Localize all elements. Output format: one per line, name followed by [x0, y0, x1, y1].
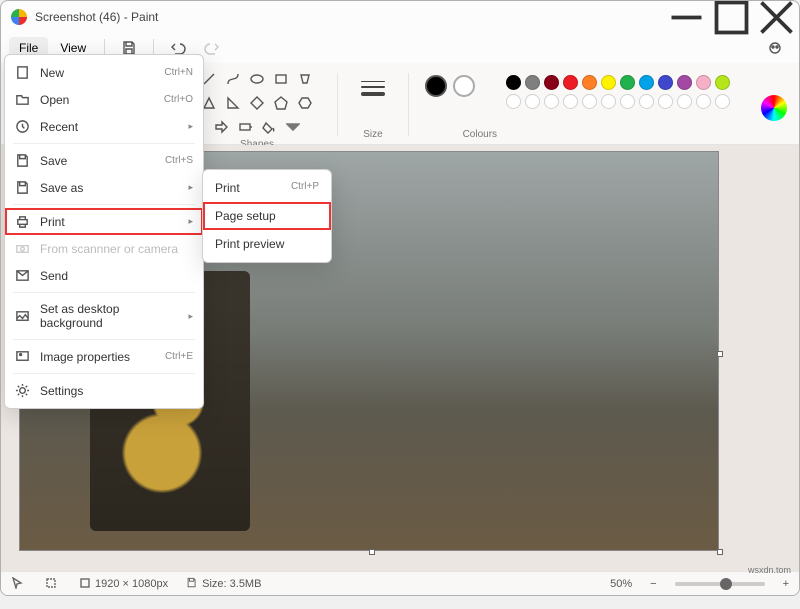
colour-swatch[interactable] [582, 75, 597, 90]
colour2-swatch[interactable] [453, 75, 475, 97]
app-icon [11, 9, 27, 25]
zoom-level: 50% [610, 578, 632, 590]
colour-swatch[interactable] [677, 75, 692, 90]
shape-rtri-icon[interactable] [223, 93, 243, 113]
image-dims: 1920 × 1080px [79, 577, 168, 590]
maximize-button[interactable] [709, 1, 754, 33]
submenu-page-setup[interactable]: Page setup [203, 202, 331, 230]
colour-swatch[interactable] [544, 75, 559, 90]
cursor-pos-icon [11, 577, 27, 590]
shape-arrow-icon[interactable] [211, 117, 231, 137]
resize-handle-e[interactable] [717, 351, 723, 357]
size-button[interactable] [354, 69, 392, 107]
ribbon-colours-group: Colours [419, 67, 793, 142]
colour-swatch[interactable] [582, 94, 597, 109]
colour-swatch[interactable] [601, 75, 616, 90]
colour-swatch[interactable] [715, 94, 730, 109]
menu-send[interactable]: Send [5, 262, 203, 289]
shape-rect-icon[interactable] [271, 69, 291, 89]
menu-print[interactable]: Print▸ [5, 208, 203, 235]
zoom-out-button[interactable]: − [650, 578, 656, 590]
shape-polygon-icon[interactable] [295, 69, 315, 89]
colour-swatch[interactable] [563, 75, 578, 90]
shape-diamond-icon[interactable] [247, 93, 267, 113]
menu-save[interactable]: SaveCtrl+S [5, 147, 203, 174]
menu-wallpaper[interactable]: Set as desktop background▸ [5, 296, 203, 336]
menu-settings[interactable]: Settings [5, 377, 203, 404]
menu-open[interactable]: OpenCtrl+O [5, 86, 203, 113]
colour-swatch[interactable] [639, 94, 654, 109]
colour-swatch[interactable] [658, 94, 673, 109]
minimize-button[interactable] [664, 1, 709, 33]
zoom-in-button[interactable]: + [783, 578, 789, 590]
window-title: Screenshot (46) - Paint [35, 10, 664, 24]
colour-swatch[interactable] [658, 75, 673, 90]
paint-window: Screenshot (46) - Paint File View [0, 0, 800, 596]
menu-new[interactable]: NewCtrl+N [5, 59, 203, 86]
titlebar: Screenshot (46) - Paint [1, 1, 799, 33]
file-menu: NewCtrl+N OpenCtrl+O Recent▸ SaveCtrl+S … [4, 54, 204, 409]
shape-curve-icon[interactable] [223, 69, 243, 89]
menu-image-properties[interactable]: Image propertiesCtrl+E [5, 343, 203, 370]
close-button[interactable] [754, 1, 799, 33]
colour-swatch[interactable] [525, 75, 540, 90]
palette [506, 75, 730, 109]
shape-outline-icon[interactable] [235, 117, 255, 137]
menu-scanner: From scannner or camera [5, 235, 203, 262]
file-size: Size: 3.5MB [186, 577, 261, 590]
ribbon-shapes-group: Shapes [187, 67, 327, 142]
submenu-print-preview[interactable]: Print preview [203, 230, 331, 258]
print-submenu: PrintCtrl+P Page setup Print preview [202, 169, 332, 263]
zoom-slider[interactable] [675, 582, 765, 586]
menu-save-as[interactable]: Save as▸ [5, 174, 203, 201]
shape-hexagon-icon[interactable] [295, 93, 315, 113]
edit-colours-icon[interactable] [761, 95, 787, 121]
colour1-swatch[interactable] [425, 75, 447, 97]
selection-icon [45, 577, 61, 590]
statusbar: 1920 × 1080px Size: 3.5MB 50% − + [1, 571, 799, 595]
shape-fill-icon[interactable] [259, 117, 279, 137]
resize-handle-se[interactable] [717, 549, 723, 555]
submenu-print[interactable]: PrintCtrl+P [203, 174, 331, 202]
colour-swatch[interactable] [620, 94, 635, 109]
colour-swatch[interactable] [544, 94, 559, 109]
shape-more-icon[interactable] [283, 117, 303, 137]
colour-swatch[interactable] [563, 94, 578, 109]
colour-swatch[interactable] [620, 75, 635, 90]
colour-swatch[interactable] [696, 75, 711, 90]
resize-handle-s[interactable] [369, 549, 375, 555]
colour-swatch[interactable] [715, 75, 730, 90]
shape-oval-icon[interactable] [247, 69, 267, 89]
watermark: wsxdn.tom [748, 565, 791, 575]
colour-swatch[interactable] [677, 94, 692, 109]
colour-swatch[interactable] [696, 94, 711, 109]
colour-swatch[interactable] [506, 94, 521, 109]
menu-recent[interactable]: Recent▸ [5, 113, 203, 140]
colour-swatch[interactable] [525, 94, 540, 109]
ribbon-size-group: Size [348, 67, 398, 142]
copilot-icon[interactable] [759, 35, 791, 61]
colour-swatch[interactable] [601, 94, 616, 109]
shape-pentagon-icon[interactable] [271, 93, 291, 113]
colour-swatch[interactable] [506, 75, 521, 90]
colour-swatch[interactable] [639, 75, 654, 90]
